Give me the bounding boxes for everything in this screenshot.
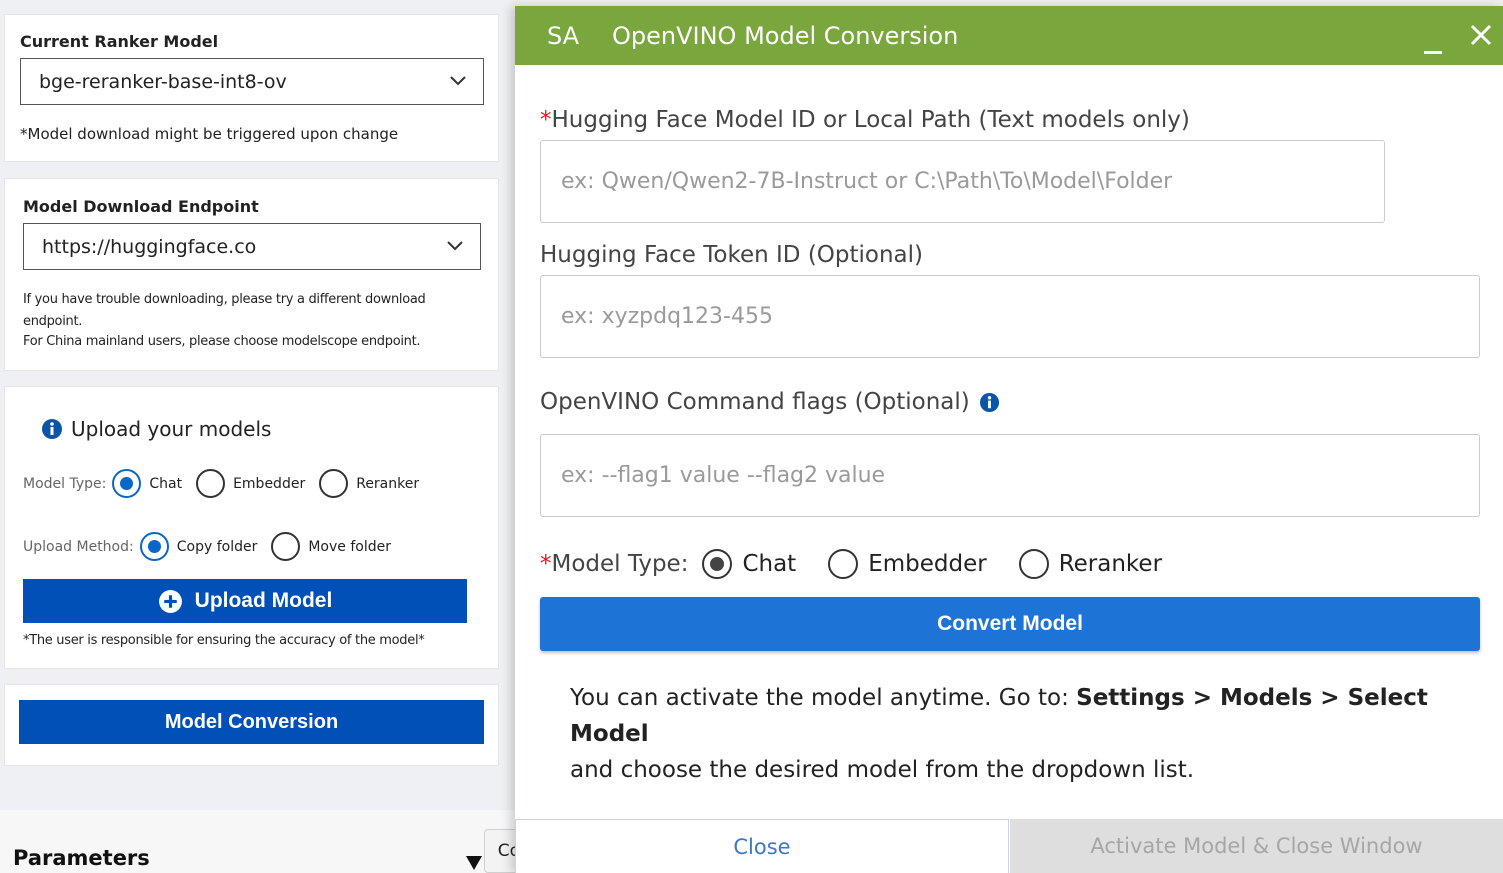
close-icon[interactable] [1469, 23, 1493, 47]
upload-method-copy-label: Copy folder [176, 538, 258, 555]
flags-input[interactable]: ex: --flag1 value --flag2 value [540, 434, 1480, 517]
endpoint-value: https://huggingface.co [42, 235, 257, 258]
endpoint-note-2: For China mainland users, please choose … [23, 334, 421, 349]
upload-type-reranker-label: Reranker [356, 475, 420, 492]
upload-type-chat[interactable]: Chat [112, 469, 182, 498]
upload-disclaimer: *The user is responsible for ensuring th… [23, 633, 425, 648]
upload-method-label: Upload Method: [23, 538, 134, 555]
minimize-icon[interactable] [1423, 36, 1443, 56]
endpoint-note-1: If you have trouble downloading, please … [23, 292, 426, 329]
close-button-label: Close [733, 834, 791, 859]
chevron-down-icon [450, 76, 466, 86]
dialog-titlebar: SA OpenVINO Model Conversion [515, 6, 1503, 65]
ranker-model-select[interactable]: bge-reranker-base-int8-ov [20, 58, 484, 105]
parameters-section: Parameters [0, 810, 515, 873]
conversion-card: Model Conversion [4, 684, 499, 766]
hf-model-label-text: Hugging Face Model ID or Local Path (Tex… [551, 107, 1190, 133]
upload-model-label: Upload Model [194, 589, 333, 612]
radio-icon[interactable] [319, 469, 349, 498]
model-type-label: Model Type: [23, 475, 107, 492]
radio-selected-icon[interactable] [112, 469, 142, 498]
endpoint-card: Model Download Endpoint https://huggingf… [4, 178, 499, 371]
hf-model-label: *Hugging Face Model ID or Local Path (Te… [540, 107, 1190, 133]
upload-type-embedder-label: Embedder [233, 475, 306, 492]
radio-icon[interactable] [1018, 549, 1049, 579]
radio-icon[interactable] [828, 549, 859, 579]
ranker-model-value: bge-reranker-base-int8-ov [39, 70, 287, 93]
dialog-model-type-label: *Model Type: [540, 551, 688, 577]
app-badge: SA [547, 22, 580, 50]
radio-icon[interactable] [271, 532, 301, 561]
upload-model-button[interactable]: Upload Model [23, 579, 467, 623]
dialog-title: OpenVINO Model Conversion [612, 22, 959, 50]
token-placeholder: ex: xyzpdq123-455 [561, 304, 773, 329]
upload-type-chat-label: Chat [149, 475, 183, 492]
convert-model-button[interactable]: Convert Model [540, 597, 1480, 651]
required-mark: * [540, 107, 552, 133]
upload-method-copy[interactable]: Copy folder [139, 532, 258, 561]
radio-icon[interactable] [196, 469, 226, 498]
radio-selected-icon[interactable] [702, 549, 733, 579]
activate-close-label: Activate Model & Close Window [1090, 834, 1423, 858]
hf-model-input[interactable]: ex: Qwen/Qwen2-7B-Instruct or C:\Path\To… [540, 140, 1385, 223]
upload-card: Upload your models Model Type: Chat Embe… [4, 386, 499, 669]
info-prefix: You can activate the model anytime. Go t… [570, 685, 1077, 711]
plus-circle-icon [158, 589, 182, 613]
conversion-dialog: SA OpenVINO Model Conversion *Hugging Fa… [515, 6, 1503, 873]
upload-type-reranker[interactable]: Reranker [319, 469, 419, 498]
upload-type-embedder[interactable]: Embedder [196, 469, 305, 498]
token-input[interactable]: ex: xyzpdq123-455 [540, 275, 1480, 358]
dialog-type-reranker[interactable]: Reranker [1018, 549, 1163, 579]
dialog-model-type-text: Model Type: [551, 551, 689, 577]
upload-method-row: Upload Method: Copy folder Move folder [23, 532, 405, 561]
upload-method-move-label: Move folder [308, 538, 391, 555]
model-conversion-label: Model Conversion [164, 710, 339, 733]
dialog-type-chat-label: Chat [742, 551, 797, 577]
ranker-title: Current Ranker Model [20, 32, 219, 51]
activate-close-button[interactable]: Activate Model & Close Window [1010, 819, 1503, 873]
model-conversion-button[interactable]: Model Conversion [19, 700, 484, 744]
flags-label-text: OpenVINO Command flags (Optional) [540, 389, 970, 415]
dialog-type-embedder-label: Embedder [868, 551, 987, 577]
info-icon[interactable] [979, 392, 1000, 413]
ranker-card: Current Ranker Model bge-reranker-base-i… [4, 14, 499, 162]
dialog-type-chat[interactable]: Chat [702, 549, 796, 579]
parameters-heading[interactable]: Parameters [13, 846, 150, 870]
hf-model-placeholder: ex: Qwen/Qwen2-7B-Instruct or C:\Path\To… [561, 169, 1173, 194]
required-mark: * [540, 551, 552, 577]
convert-model-label: Convert Model [937, 612, 1083, 635]
ranker-note: *Model download might be triggered upon … [20, 125, 399, 143]
info-line-2: and choose the desired model from the dr… [570, 757, 1195, 783]
dialog-model-type-row: *Model Type: Chat Embedder Reranker [540, 549, 1194, 579]
caret-down-icon[interactable] [464, 854, 484, 872]
endpoint-select[interactable]: https://huggingface.co [23, 223, 481, 270]
info-icon [42, 419, 62, 439]
endpoint-title: Model Download Endpoint [23, 197, 259, 216]
upload-method-move[interactable]: Move folder [271, 532, 391, 561]
activation-info: You can activate the model anytime. Go t… [570, 680, 1470, 788]
chevron-down-icon [447, 241, 463, 251]
flags-label: OpenVINO Command flags (Optional) [540, 389, 1000, 415]
radio-selected-icon[interactable] [139, 532, 169, 561]
dialog-type-reranker-label: Reranker [1058, 551, 1163, 577]
upload-heading: Upload your models [71, 417, 272, 441]
upload-model-type-row: Model Type: Chat Embedder Reranker [23, 469, 433, 498]
close-button[interactable]: Close [515, 819, 1009, 873]
flags-placeholder: ex: --flag1 value --flag2 value [561, 463, 886, 488]
dialog-type-embedder[interactable]: Embedder [828, 549, 987, 579]
token-label: Hugging Face Token ID (Optional) [540, 242, 924, 268]
